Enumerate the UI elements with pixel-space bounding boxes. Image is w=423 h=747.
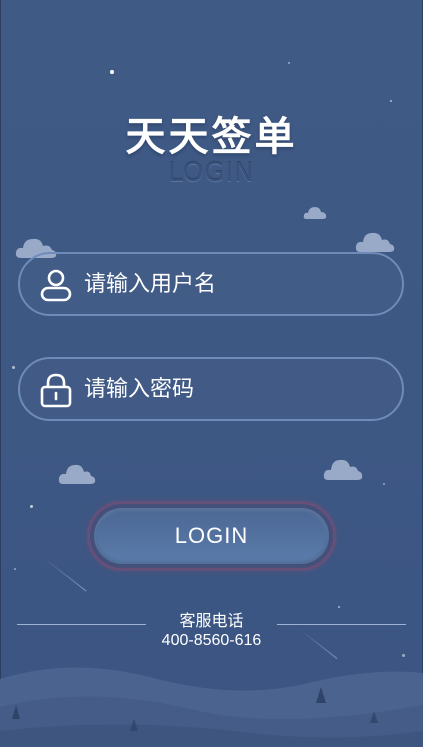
hills-illustration xyxy=(0,667,423,747)
star-decoration xyxy=(288,62,290,64)
star-decoration xyxy=(110,70,114,74)
app-subtitle: LOGIN xyxy=(168,158,255,188)
login-button[interactable]: LOGIN xyxy=(94,508,329,564)
star-decoration xyxy=(12,366,15,369)
cloud-icon xyxy=(323,459,363,480)
app-title: 天天签单 xyxy=(125,114,298,160)
password-field[interactable] xyxy=(18,357,404,421)
star-decoration xyxy=(14,568,16,570)
service-label: 客服电话 xyxy=(179,611,244,630)
cloud-icon xyxy=(58,464,96,484)
cloud-icon xyxy=(355,232,395,252)
lock-icon xyxy=(40,373,72,408)
login-button-ring: LOGIN xyxy=(87,501,336,571)
star-decoration xyxy=(383,483,385,485)
user-icon xyxy=(40,269,72,302)
password-input[interactable] xyxy=(84,369,384,409)
cloud-icon xyxy=(303,207,327,219)
shooting-star-decoration xyxy=(43,557,87,592)
username-input[interactable] xyxy=(84,264,384,304)
star-decoration xyxy=(30,505,33,508)
star-decoration xyxy=(390,100,392,102)
login-screen: 天天签单 LOGIN LOGIN 客服电话 400-8560-616 xyxy=(0,0,423,747)
username-field[interactable] xyxy=(18,252,404,316)
